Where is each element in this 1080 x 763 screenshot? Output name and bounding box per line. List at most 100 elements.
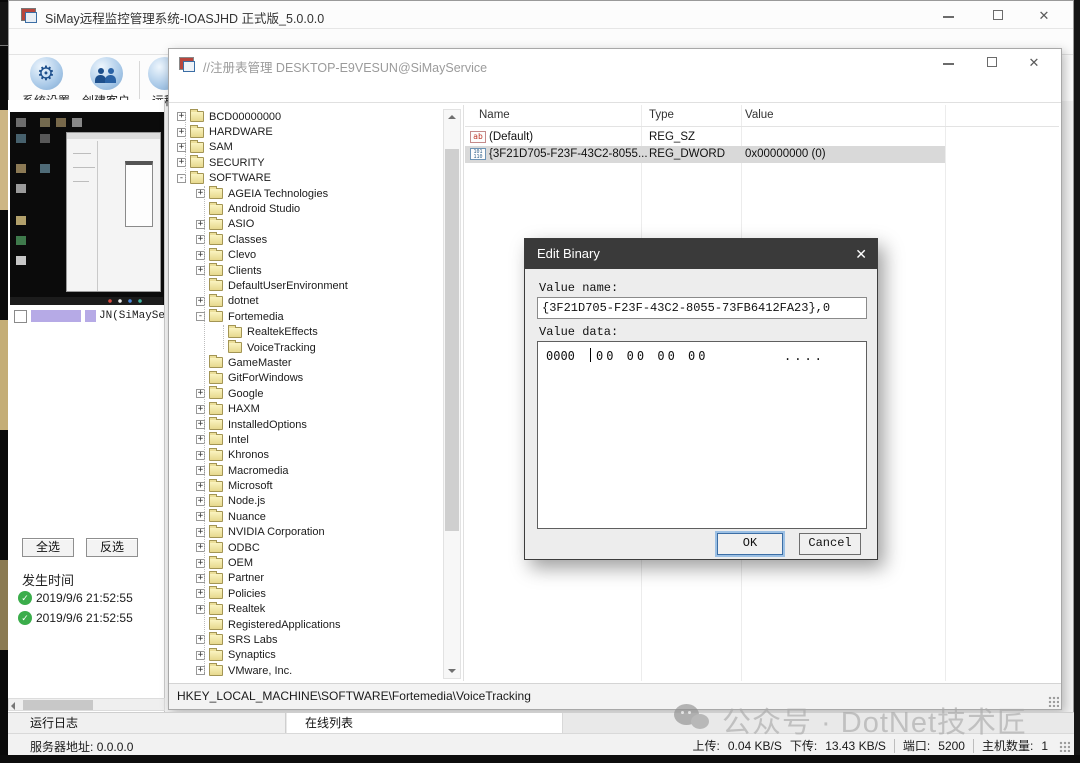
value-name-input[interactable]: {3F21D705-F23F-43C2-8055-73FB6412FA23},0 xyxy=(537,297,867,319)
redacted-text xyxy=(31,310,81,322)
minimize-button[interactable] xyxy=(933,7,963,25)
maximize-button[interactable] xyxy=(983,7,1013,25)
folder-icon xyxy=(209,419,223,430)
tree-item[interactable]: DefaultUserEnvironment xyxy=(173,278,441,293)
hex-editor[interactable]: 0000 00 00 00 00 .... xyxy=(537,341,867,529)
tree-item[interactable]: + Microsoft xyxy=(173,478,441,493)
ok-button[interactable]: OK xyxy=(717,533,783,555)
tree-item[interactable]: + Partner xyxy=(173,571,441,586)
folder-icon xyxy=(190,142,204,153)
tree-item[interactable]: + Google xyxy=(173,386,441,401)
tree-item-label: dotnet xyxy=(228,295,259,307)
text-caret xyxy=(590,348,591,362)
registry-value-row[interactable]: 101 110 {3F21D705-F23F-43C2-8055... REG_… xyxy=(465,146,1059,163)
resize-grip[interactable] xyxy=(1048,696,1059,707)
column-header-name[interactable]: Name xyxy=(479,109,510,121)
resize-grip[interactable] xyxy=(1059,741,1070,752)
tree-item[interactable]: + Synaptics xyxy=(173,648,441,663)
cancel-button[interactable]: Cancel xyxy=(799,533,861,555)
tree-item-label: Android Studio xyxy=(228,203,300,215)
tree-item[interactable]: + SRS Labs xyxy=(173,632,441,647)
tree-item[interactable]: + VMware, Inc. xyxy=(173,663,441,678)
tree-item[interactable]: + Intel xyxy=(173,432,441,447)
tree-item[interactable]: + ASIO xyxy=(173,217,441,232)
hex-bytes[interactable]: 00 00 00 00 xyxy=(596,349,708,363)
scrollbar-thumb[interactable] xyxy=(23,700,93,710)
folder-icon xyxy=(209,665,223,676)
scroll-left-icon[interactable] xyxy=(11,702,15,710)
tree-item-label: Realtek xyxy=(228,603,265,615)
tree-item[interactable]: Android Studio xyxy=(173,201,441,216)
tree-vertical-scrollbar[interactable] xyxy=(443,109,461,679)
tree-item[interactable]: + InstalledOptions xyxy=(173,417,441,432)
registry-window-title: //注册表管理 DESKTOP-E9VESUN@SiMayService xyxy=(203,57,487,76)
tree-item[interactable]: + SAM xyxy=(173,140,441,155)
folder-icon xyxy=(209,619,223,630)
scrollbar-thumb[interactable] xyxy=(445,149,459,531)
main-titlebar[interactable]: SiMay远程监控管理系统-IOASJHD 正式版_5.0.0.0 ✕ xyxy=(9,1,1073,29)
tree-item-label: Policies xyxy=(228,588,266,600)
close-button[interactable]: ✕ xyxy=(1029,7,1059,25)
minimize-icon xyxy=(943,16,954,18)
sidebar-horizontal-scrollbar[interactable] xyxy=(8,698,165,711)
tree-item[interactable]: + ODBC xyxy=(173,540,441,555)
tree-item[interactable]: GitForWindows xyxy=(173,371,441,386)
tree-item[interactable]: - Fortemedia xyxy=(173,309,441,324)
tree-item-label: SRS Labs xyxy=(228,634,278,646)
tree-item[interactable]: + dotnet xyxy=(173,294,441,309)
tree-item-label: Fortemedia xyxy=(228,311,284,323)
registry-maximize-button[interactable] xyxy=(977,54,1007,72)
tree-item[interactable]: + HAXM xyxy=(173,401,441,416)
tree-item[interactable]: + Khronos xyxy=(173,448,441,463)
tree-item[interactable]: + Nuance xyxy=(173,509,441,524)
column-header-type[interactable]: Type xyxy=(649,109,674,121)
column-header-value[interactable]: Value xyxy=(745,109,774,121)
thumbnail-taskbar xyxy=(10,297,163,305)
tree-item[interactable]: + OEM xyxy=(173,555,441,570)
tree-guide xyxy=(185,113,186,179)
tree-item-label: Synaptics xyxy=(228,649,276,661)
dialog-titlebar[interactable]: Edit Binary xyxy=(525,239,877,269)
tree-item[interactable]: VoiceTracking xyxy=(173,340,441,355)
thumbnail-window xyxy=(66,132,161,292)
registry-minimize-button[interactable] xyxy=(933,54,963,72)
close-icon: ✕ xyxy=(1039,7,1050,25)
tree-item-label: Partner xyxy=(228,572,264,584)
tree-item[interactable]: + HARDWARE xyxy=(173,124,441,139)
list-rows: ab (Default) REG_SZ 101 110 {3F21D705-F2… xyxy=(465,129,1059,163)
tree-item[interactable]: + AGEIA Technologies xyxy=(173,186,441,201)
tree-item[interactable]: + BCD00000000 xyxy=(173,109,441,124)
tree-item[interactable]: + Classes xyxy=(173,232,441,247)
tree-item[interactable]: + Macromedia xyxy=(173,463,441,478)
host-checkbox[interactable] xyxy=(14,310,27,323)
registry-titlebar[interactable]: //注册表管理 DESKTOP-E9VESUN@SiMayService ✕ xyxy=(169,49,1061,79)
tab-run-log[interactable]: 运行日志 xyxy=(8,713,286,734)
tree-item-label: SOFTWARE xyxy=(209,172,271,184)
tree-item-label: RealtekEffects xyxy=(247,326,318,338)
tree-item[interactable]: + NVIDIA Corporation xyxy=(173,525,441,540)
dialog-close-button[interactable] xyxy=(855,245,867,263)
tree-item[interactable]: - SOFTWARE xyxy=(173,171,441,186)
scroll-down-icon[interactable] xyxy=(448,669,456,673)
list-header: Name Type Value xyxy=(465,105,1059,127)
invert-select-button[interactable]: 反选 xyxy=(86,538,138,557)
tree-item[interactable]: + Clevo xyxy=(173,248,441,263)
tree-item[interactable]: + Clients xyxy=(173,263,441,278)
registry-value-row[interactable]: ab (Default) REG_SZ xyxy=(465,129,1059,146)
desktop-edge-right xyxy=(1074,0,1080,763)
tree-item[interactable]: + SECURITY xyxy=(173,155,441,170)
scroll-up-icon[interactable] xyxy=(448,115,456,119)
tree-item[interactable]: RealtekEffects xyxy=(173,324,441,339)
log-entry[interactable]: 2019/9/6 21:52:55 xyxy=(18,588,163,608)
remote-desktop-thumbnail[interactable] xyxy=(10,112,165,305)
tab-online-list[interactable]: 在线列表 xyxy=(287,713,563,734)
log-entry[interactable]: 2019/9/6 21:52:55 xyxy=(18,608,163,628)
tree-item[interactable]: + Realtek xyxy=(173,602,441,617)
tree-item[interactable]: + Node.js xyxy=(173,494,441,509)
host-list-item[interactable]: JN(SiMaySe xyxy=(10,306,165,326)
tree-item[interactable]: GameMaster xyxy=(173,355,441,370)
select-all-button[interactable]: 全选 xyxy=(22,538,74,557)
tree-item[interactable]: RegisteredApplications xyxy=(173,617,441,632)
tree-item[interactable]: + Policies xyxy=(173,586,441,601)
registry-close-button[interactable]: ✕ xyxy=(1019,54,1049,72)
